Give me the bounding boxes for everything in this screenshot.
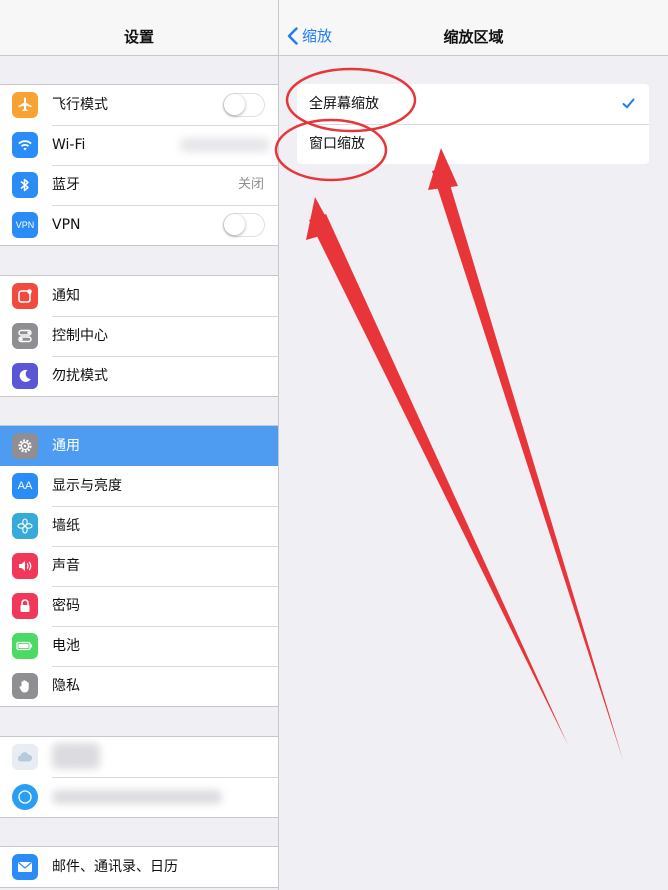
zoom-region-pane: 缩放 缩放区域 全屏幕缩放 窗口缩放 (279, 0, 668, 890)
blurred-store-name (52, 790, 222, 804)
wifi-icon (12, 132, 38, 158)
notifications-group: 通知 控制中心 勿扰模式 (0, 275, 278, 397)
mail-group: 邮件、通讯录、日历 (0, 846, 278, 888)
sidebar-item-do-not-disturb[interactable]: 勿扰模式 (0, 356, 278, 396)
settings-nav-bar: 设置 (0, 0, 278, 56)
sidebar-item-passcode[interactable]: 密码 (0, 586, 278, 626)
sidebar-item-label: Wi-Fi (52, 137, 86, 153)
sidebar-item-label: 邮件、通讯录、日历 (52, 859, 178, 875)
sidebar-item-icloud[interactable] (0, 737, 278, 777)
detail-nav-bar: 缩放 缩放区域 (279, 0, 668, 56)
sidebar-item-label: 蓝牙 (52, 177, 80, 193)
sidebar-item-label: 显示与亮度 (52, 478, 122, 494)
moon-icon (12, 363, 38, 389)
sidebar-item-label: 控制中心 (52, 328, 108, 344)
option-window-zoom[interactable]: 窗口缩放 (297, 124, 649, 164)
settings-title: 设置 (123, 28, 154, 46)
mail-icon (12, 854, 38, 880)
sidebar-item-label: 墙纸 (52, 518, 80, 534)
option-label: 窗口缩放 (309, 136, 365, 152)
sidebar-item-bluetooth[interactable]: 蓝牙 关闭 (0, 165, 278, 205)
sidebar-item-mail[interactable]: 邮件、通讯录、日历 (0, 847, 278, 887)
sidebar-item-label: 勿扰模式 (52, 368, 108, 384)
battery-icon (12, 633, 38, 659)
notifications-icon (12, 283, 38, 309)
airplane-mode-toggle[interactable] (223, 93, 265, 117)
blurred-network-name (180, 138, 270, 152)
sidebar-item-control-center[interactable]: 控制中心 (0, 316, 278, 356)
sidebar-item-general[interactable]: 通用 (0, 426, 278, 466)
zoom-region-options: 全屏幕缩放 窗口缩放 (297, 84, 649, 164)
back-button[interactable]: 缩放 (287, 25, 332, 46)
wallpaper-icon (12, 513, 38, 539)
connectivity-group: 飞行模式 Wi-Fi 蓝牙 关闭 VPN VPN (0, 84, 278, 246)
sidebar-item-battery[interactable]: 电池 (0, 626, 278, 666)
sidebar-item-label: 电池 (52, 638, 80, 654)
sidebar-item-notifications[interactable]: 通知 (0, 276, 278, 316)
itunes-icon (12, 784, 38, 810)
sidebar-item-label: 通知 (52, 288, 80, 304)
accounts-group (0, 736, 278, 818)
sidebar-item-label: 飞行模式 (52, 97, 108, 113)
bluetooth-icon (12, 172, 38, 198)
option-full-screen-zoom[interactable]: 全屏幕缩放 (297, 84, 649, 124)
control-center-icon (12, 323, 38, 349)
speaker-icon (12, 553, 38, 579)
sidebar-item-label: 密码 (52, 598, 80, 614)
option-label: 全屏幕缩放 (309, 96, 379, 112)
blurred-account-name (52, 743, 100, 769)
vpn-icon: VPN (12, 212, 38, 238)
page-title: 缩放区域 (443, 28, 504, 46)
vpn-toggle[interactable] (223, 213, 265, 237)
airplane-icon (12, 92, 38, 118)
sidebar-item-wallpaper[interactable]: 墙纸 (0, 506, 278, 546)
sidebar-item-wifi[interactable]: Wi-Fi (0, 125, 278, 165)
general-group: 通用 AA 显示与亮度 墙纸 声音 密码 电池 隐私 (0, 425, 278, 707)
checkmark-icon (622, 98, 635, 109)
sidebar-item-sounds[interactable]: 声音 (0, 546, 278, 586)
hand-icon (12, 673, 38, 699)
sidebar-item-label: 声音 (52, 558, 80, 574)
sidebar-item-vpn[interactable]: VPN VPN (0, 205, 278, 245)
gear-icon (12, 433, 38, 459)
chevron-left-icon (287, 26, 298, 45)
sidebar-item-label: 通用 (52, 438, 80, 454)
sidebar-item-label: VPN (52, 217, 81, 233)
sidebar-item-privacy[interactable]: 隐私 (0, 666, 278, 706)
back-button-label: 缩放 (302, 27, 333, 45)
sidebar-item-itunes[interactable] (0, 777, 278, 817)
icloud-icon (12, 744, 38, 770)
bluetooth-status: 关闭 (237, 177, 264, 192)
lock-icon (12, 593, 38, 619)
settings-sidebar: 设置 飞行模式 Wi-Fi 蓝牙 关闭 VPN VPN 通知 控制中心 勿扰模式… (0, 0, 279, 890)
sidebar-item-airplane-mode[interactable]: 飞行模式 (0, 85, 278, 125)
sidebar-item-label: 隐私 (52, 678, 80, 694)
display-brightness-icon: AA (12, 473, 38, 499)
sidebar-item-display-brightness[interactable]: AA 显示与亮度 (0, 466, 278, 506)
